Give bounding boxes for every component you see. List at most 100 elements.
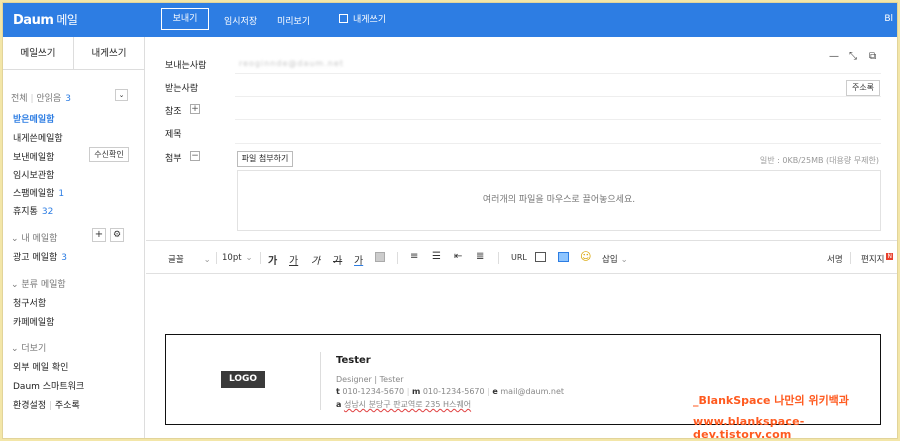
collapse-icon[interactable]: ⤡ <box>849 51 857 62</box>
numbered-list-icon[interactable]: ☰ <box>432 251 441 262</box>
sidebar-item-label: 광고 메일함 <box>13 253 58 263</box>
self-send-checkbox[interactable] <box>339 14 348 23</box>
tab-write-mail[interactable]: 메일쓰기 <box>3 37 73 69</box>
highlight-icon[interactable] <box>375 252 385 262</box>
from-value[interactable]: reoginnde@daum.net <box>239 59 344 68</box>
sidebar-item-drafts[interactable]: 임시보관함 <box>13 168 54 181</box>
font-color-button[interactable]: 가 <box>354 252 363 267</box>
to-input[interactable] <box>235 96 881 97</box>
expand-icon: ⌄ <box>11 344 22 354</box>
to-label: 받는사람 <box>165 84 199 94</box>
filter-unread[interactable]: 안읽음 <box>36 94 61 104</box>
cc-input[interactable] <box>235 119 881 120</box>
stationery-button[interactable]: 편지지 N <box>861 253 893 265</box>
bold-button[interactable]: 가 <box>268 252 277 267</box>
tab-write-to-me[interactable]: 내게쓰기 <box>73 37 144 69</box>
ad-mail-count: 3 <box>61 253 67 263</box>
section-label: 내 메일함 <box>21 234 58 244</box>
minimize-icon[interactable]: — <box>829 51 839 62</box>
unread-count: 3 <box>65 94 71 104</box>
daum-mail-logo[interactable]: Daum 메일 <box>13 11 78 28</box>
sidebar-item-spam[interactable]: 스팸메일함 1 <box>13 186 64 199</box>
top-bar: Daum 메일 보내기 임시저장 미리보기 내게쓰기 Bl <box>3 3 897 37</box>
read-receipt-button[interactable]: 수신확인 <box>89 147 129 162</box>
email-label: e <box>492 387 498 396</box>
cc-label: 참조 <box>165 107 182 117</box>
attach-capacity-info: 일반 : 0KB/25MB (대용량 무제한) <box>759 156 879 165</box>
add-folder-button[interactable]: + <box>92 228 106 242</box>
font-size-label: 10pt <box>222 253 242 263</box>
horizontal-rule-icon[interactable]: ≣ <box>476 251 484 262</box>
address-book-link[interactable]: 주소록 <box>55 401 80 411</box>
send-button[interactable]: 보내기 <box>161 8 209 30</box>
indent-icon[interactable]: ⇤ <box>454 251 462 262</box>
sidebar-item-label: 스팸메일함 <box>13 189 55 199</box>
sidebar-item-bills[interactable]: 청구서함 <box>13 296 46 309</box>
gear-icon[interactable]: ⚙ <box>110 228 124 242</box>
popout-icon[interactable]: ⧉ <box>869 51 876 62</box>
sidebar-item-inbox[interactable]: 받은메일함 <box>13 112 54 125</box>
underline-button[interactable]: 가 <box>289 252 298 267</box>
settings-link[interactable]: 환경설정 <box>13 401 46 411</box>
attach-label: 첨부 <box>165 154 182 164</box>
email-value: mail@daum.net <box>500 387 565 396</box>
attach-file-button[interactable]: 파일 첨부하기 <box>237 151 293 167</box>
signature-address: a 성남시 분당구 판교역로 235 H스퀘어 <box>336 399 471 410</box>
sidebar-item-trash[interactable]: 휴지통 32 <box>13 204 53 217</box>
signature-contacts: t 010-1234-5670 | m 010-1234-5670 | e ma… <box>336 387 565 396</box>
chevron-down-icon[interactable]: ⌄ <box>115 89 128 101</box>
emoticon-icon[interactable]: ☺ <box>580 250 591 263</box>
section-label: 더보기 <box>21 344 47 354</box>
url-button[interactable]: URL <box>511 253 527 262</box>
image-icon[interactable] <box>535 252 546 262</box>
top-bar-right-text[interactable]: Bl <box>884 14 893 24</box>
sidebar-item-smartwork[interactable]: Daum 스마트워크 <box>13 379 84 392</box>
signature-block[interactable]: LOGO Tester Designer | Tester t 010-1234… <box>165 334 881 425</box>
divider <box>216 252 217 264</box>
subject-label: 제목 <box>165 130 182 140</box>
sidebar-settings-row: 환경설정 | 주소록 <box>13 401 80 411</box>
sidebar-item-external-mail[interactable]: 외부 메일 확인 <box>13 360 68 373</box>
more-section[interactable]: ⌄ 더보기 <box>11 341 46 354</box>
self-send-toggle[interactable]: 내게쓰기 <box>339 12 386 25</box>
sidebar: 메일쓰기 내게쓰기 전체 | 안읽음 3 ⌄ 받은메일함 내게쓴메일함 보낸메일함… <box>3 37 145 438</box>
filter-all[interactable]: 전체 <box>11 94 28 104</box>
insert-menu[interactable]: 삽입 ⌄ <box>602 253 628 265</box>
watermark-title: _BlankSpace 나만의 위키백과 <box>693 394 849 407</box>
sidebar-item-label: 휴지통 <box>13 207 38 217</box>
italic-button[interactable]: 가 <box>311 252 320 267</box>
subject-input[interactable] <box>235 143 881 144</box>
my-mailbox-section[interactable]: ⌄ 내 메일함 <box>11 231 57 244</box>
sidebar-item-to-me[interactable]: 내게쓴메일함 <box>13 131 63 144</box>
signature-divider <box>320 352 321 410</box>
font-select[interactable]: 글꼴 ⌄ <box>168 253 211 265</box>
preview-button[interactable]: 미리보기 <box>277 14 310 27</box>
divider <box>397 252 398 264</box>
file-dropzone[interactable]: 여러개의 파일을 마우스로 끌어놓으세요. <box>237 170 881 231</box>
signature-name: Tester <box>336 355 371 366</box>
strikethrough-button[interactable]: 가 <box>333 252 342 267</box>
chevron-down-icon: ⌄ <box>203 255 211 265</box>
logo-text: Daum <box>13 13 54 28</box>
table-icon[interactable] <box>558 252 569 262</box>
category-section[interactable]: ⌄ 분류 메일함 <box>11 277 66 290</box>
divider <box>498 252 499 264</box>
sidebar-item-ad-mail[interactable]: 광고 메일함 3 <box>13 250 67 263</box>
from-label: 보내는사람 <box>165 61 207 71</box>
attach-collapse-icon[interactable]: − <box>190 151 200 161</box>
align-left-icon[interactable]: ≡ <box>410 251 418 262</box>
sidebar-item-cafe[interactable]: 카페메일함 <box>13 315 54 328</box>
mail-compose-window: Daum 메일 보내기 임시저장 미리보기 내게쓰기 Bl 메일쓰기 내게쓰기 전… <box>2 2 898 439</box>
signature-button[interactable]: 서명 <box>827 253 843 265</box>
expand-icon: ⌄ <box>11 234 22 244</box>
phone-label: t <box>336 387 340 396</box>
mobile-value: 010-1234-5670 <box>422 387 485 396</box>
address-book-button[interactable]: 주소록 <box>846 80 880 96</box>
divider <box>260 252 261 264</box>
font-label: 글꼴 <box>168 255 184 265</box>
font-size-select[interactable]: 10pt ⌄ <box>222 253 253 263</box>
phone-value: 010-1234-5670 <box>342 387 405 396</box>
cc-expand-icon[interactable]: + <box>190 104 200 114</box>
save-draft-button[interactable]: 임시저장 <box>224 14 257 27</box>
sidebar-item-sent[interactable]: 보낸메일함 <box>13 150 54 163</box>
